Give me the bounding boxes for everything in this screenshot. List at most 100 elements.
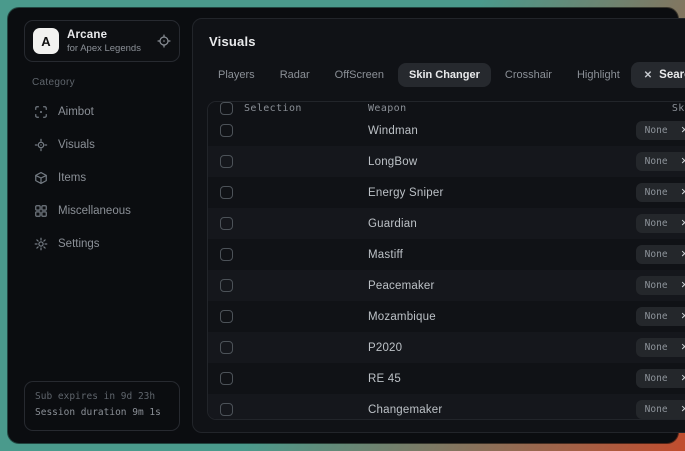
sidebar: A Arcane for Apex Legends Category Aimbo… xyxy=(18,18,184,433)
weapon-name: Mastiff xyxy=(368,249,403,261)
skin-changer-table: Selection Weapon Skin Windman None ✕ Lon… xyxy=(207,101,685,420)
sidebar-item-label: Miscellaneous xyxy=(58,205,131,217)
app-logo: A xyxy=(33,28,59,54)
search-button[interactable]: ✕ Search xyxy=(631,62,685,88)
table-row: Energy Sniper None ✕ xyxy=(208,177,685,208)
skin-selector-badge[interactable]: None ✕ xyxy=(636,121,685,140)
tab-label: Highlight xyxy=(577,69,620,81)
column-header-weapon: Weapon xyxy=(368,103,407,114)
crosshair-target-icon[interactable] xyxy=(157,34,171,48)
clear-skin-x-icon[interactable]: ✕ xyxy=(681,249,685,260)
clear-skin-x-icon[interactable]: ✕ xyxy=(681,187,685,198)
weapon-name: LongBow xyxy=(368,156,417,168)
items-box-icon xyxy=(34,171,48,185)
row-checkbox[interactable] xyxy=(220,372,233,385)
row-checkbox[interactable] xyxy=(220,310,233,323)
sidebar-item-settings[interactable]: Settings xyxy=(24,229,180,259)
table-row: LongBow None ✕ xyxy=(208,146,685,177)
clear-skin-x-icon[interactable]: ✕ xyxy=(681,404,685,415)
row-checkbox[interactable] xyxy=(220,186,233,199)
row-checkbox[interactable] xyxy=(220,279,233,292)
sidebar-item-items[interactable]: Items xyxy=(24,163,180,193)
skin-value: None xyxy=(645,187,668,198)
select-all-checkbox[interactable] xyxy=(220,102,233,115)
skin-value: None xyxy=(645,125,668,136)
row-checkbox[interactable] xyxy=(220,155,233,168)
table-row: P2020 None ✕ xyxy=(208,332,685,363)
row-checkbox[interactable] xyxy=(220,248,233,261)
sidebar-item-label: Aimbot xyxy=(58,106,94,118)
skin-selector-badge[interactable]: None ✕ xyxy=(636,400,685,419)
clear-skin-x-icon[interactable]: ✕ xyxy=(681,125,685,136)
sidebar-nav: Aimbot Visuals Items Miscellaneous xyxy=(24,97,180,259)
skin-selector-badge[interactable]: None ✕ xyxy=(636,183,685,202)
sidebar-item-aimbot[interactable]: Aimbot xyxy=(24,97,180,127)
sidebar-item-label: Visuals xyxy=(58,139,95,151)
skin-selector-badge[interactable]: None ✕ xyxy=(636,276,685,295)
app-name: Arcane xyxy=(67,29,149,41)
clear-skin-x-icon[interactable]: ✕ xyxy=(681,280,685,291)
skin-value: None xyxy=(645,249,668,260)
column-header-selection: Selection xyxy=(244,103,302,114)
tab[interactable]: Radar xyxy=(269,63,321,87)
skin-value: None xyxy=(645,373,668,384)
skin-selector-badge[interactable]: None ✕ xyxy=(636,245,685,264)
table-row: RE 45 None ✕ xyxy=(208,363,685,394)
weapon-name: Guardian xyxy=(368,218,417,230)
clear-skin-x-icon[interactable]: ✕ xyxy=(681,373,685,384)
skin-value: None xyxy=(645,404,668,415)
subscription-info-card: Sub expires in 9d 23h Session duration 9… xyxy=(24,381,180,431)
search-button-label: Search xyxy=(659,69,685,81)
column-header-skin: Skin xyxy=(672,103,685,114)
tab[interactable]: Crosshair xyxy=(494,63,563,87)
skin-selector-badge[interactable]: None ✕ xyxy=(636,338,685,357)
weapon-name: Changemaker xyxy=(368,404,442,416)
search-x-icon: ✕ xyxy=(644,70,652,81)
clear-skin-x-icon[interactable]: ✕ xyxy=(681,311,685,322)
row-checkbox[interactable] xyxy=(220,124,233,137)
tab[interactable]: OffScreen xyxy=(324,63,395,87)
skin-selector-badge[interactable]: None ✕ xyxy=(636,307,685,326)
tab-label: Skin Changer xyxy=(409,69,480,81)
tab-label: Crosshair xyxy=(505,69,552,81)
visuals-panel: Visuals Players Radar OffScreen Skin Change… xyxy=(192,18,685,433)
table-header-row: Selection Weapon Skin xyxy=(208,102,685,115)
clear-skin-x-icon[interactable]: ✕ xyxy=(681,218,685,229)
page-title: Visuals xyxy=(209,34,685,49)
row-checkbox[interactable] xyxy=(220,403,233,416)
tab[interactable]: Highlight xyxy=(566,63,631,87)
clear-skin-x-icon[interactable]: ✕ xyxy=(681,156,685,167)
tab[interactable]: Players xyxy=(207,63,266,87)
table-row: Mozambique None ✕ xyxy=(208,301,685,332)
session-duration-text: Session duration 9m 1s xyxy=(35,405,169,422)
brand-text: Arcane for Apex Legends xyxy=(67,29,149,54)
tab-label: Players xyxy=(218,69,255,81)
aimbot-scan-icon xyxy=(34,105,48,119)
skin-value: None xyxy=(645,311,668,322)
weapon-name: Energy Sniper xyxy=(368,187,443,199)
skin-selector-badge[interactable]: None ✕ xyxy=(636,152,685,171)
skin-selector-badge[interactable]: None ✕ xyxy=(636,369,685,388)
row-checkbox[interactable] xyxy=(220,217,233,230)
skin-value: None xyxy=(645,218,668,229)
table-row: Guardian None ✕ xyxy=(208,208,685,239)
app-subtitle: for Apex Legends xyxy=(67,43,149,54)
skin-value: None xyxy=(645,156,668,167)
table-row: Windman None ✕ xyxy=(208,115,685,146)
clear-skin-x-icon[interactable]: ✕ xyxy=(681,342,685,353)
skin-selector-badge[interactable]: None ✕ xyxy=(636,214,685,233)
weapon-name: P2020 xyxy=(368,342,402,354)
weapon-name: Mozambique xyxy=(368,311,436,323)
skin-value: None xyxy=(645,342,668,353)
tab[interactable]: Skin Changer xyxy=(398,63,491,87)
table-row: Mastiff None ✕ xyxy=(208,239,685,270)
skin-value: None xyxy=(645,280,668,291)
tab-label: OffScreen xyxy=(335,69,384,81)
sidebar-item-visuals[interactable]: Visuals xyxy=(24,130,180,160)
tab-bar: Players Radar OffScreen Skin Changer Crossha… xyxy=(207,62,685,88)
sidebar-item-miscellaneous[interactable]: Miscellaneous xyxy=(24,196,180,226)
row-checkbox[interactable] xyxy=(220,341,233,354)
sidebar-item-label: Settings xyxy=(58,238,100,250)
weapon-name: RE 45 xyxy=(368,373,401,385)
visuals-target-icon xyxy=(34,138,48,152)
